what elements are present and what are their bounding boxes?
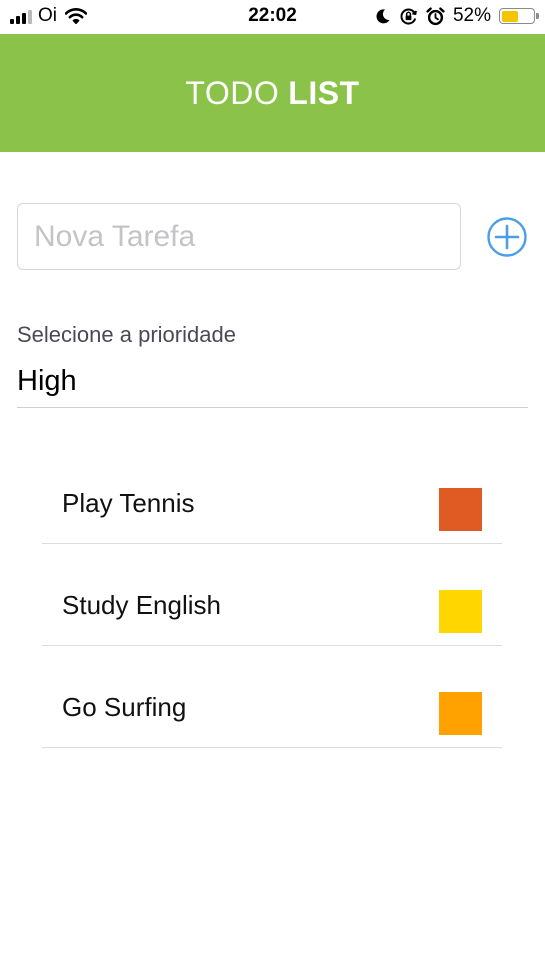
- task-item[interactable]: Go Surfing: [42, 646, 502, 748]
- task-priority-color: [439, 692, 482, 735]
- battery-percent: 52%: [452, 5, 491, 26]
- alarm-icon: [426, 6, 445, 25]
- battery-level: [501, 10, 518, 22]
- status-right: 52%: [374, 5, 539, 27]
- battery-icon: [499, 8, 539, 24]
- task-name: Play Tennis: [62, 488, 195, 518]
- task-name: Go Surfing: [62, 692, 187, 722]
- task-priority-color: [439, 488, 482, 531]
- task-item[interactable]: Play Tennis: [42, 442, 502, 544]
- task-list: Play Tennis Study English Go Surfing: [42, 442, 502, 748]
- moon-icon: [376, 8, 390, 23]
- app-header: TODO LIST: [0, 34, 545, 152]
- new-task-input[interactable]: [17, 203, 461, 270]
- plus-circle-icon: [487, 217, 527, 257]
- task-item[interactable]: Study English: [42, 544, 502, 646]
- priority-select[interactable]: High: [17, 365, 528, 408]
- add-task-button[interactable]: [486, 216, 528, 258]
- task-priority-color: [439, 590, 482, 633]
- priority-label: Selecione a prioridade: [17, 322, 236, 347]
- todo-screen: Oi 22:02 52% TODO LIST Nova Tarefa Selec…: [0, 0, 545, 968]
- header-title-part1: TODO: [185, 74, 280, 111]
- task-name: Study English: [62, 590, 221, 620]
- orientation-lock-icon: [400, 8, 417, 25]
- header-title-part2: LIST: [288, 74, 360, 111]
- status-bar: Oi 22:02 52%: [0, 0, 545, 34]
